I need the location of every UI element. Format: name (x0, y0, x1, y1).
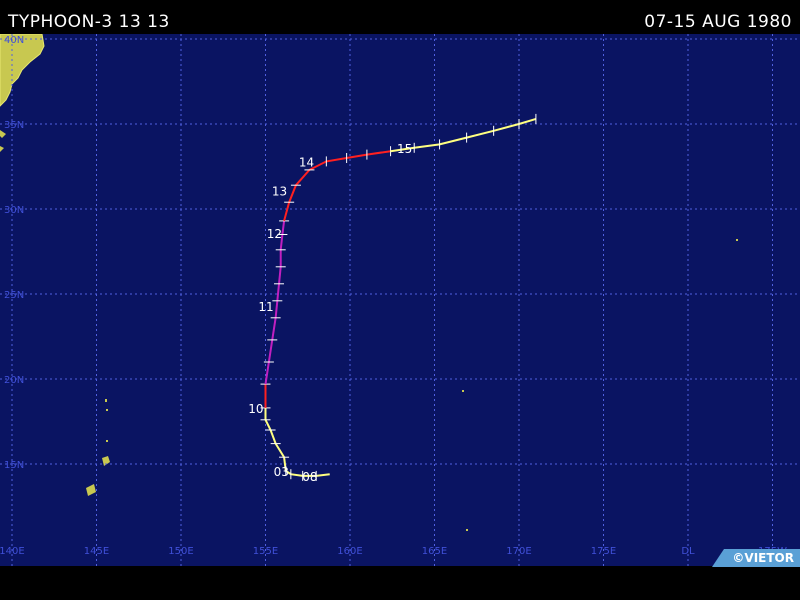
day-label: 13 (272, 184, 287, 198)
latitude-label: 40N (4, 35, 24, 46)
day-label: 14 (299, 155, 314, 169)
land-fragment (0, 130, 6, 138)
track-segment (390, 117, 537, 153)
longitude-label: 160E (337, 546, 362, 557)
day-label: 15 (397, 142, 412, 156)
track-map[interactable]: 140E145E150E155E160E165E170E175EDL175W15… (0, 34, 800, 566)
credit-badge: ©VIETOR (712, 549, 800, 567)
longitude-label: 145E (84, 546, 109, 557)
header-bar: TYPHOON-3 13 13 07-15 AUG 1980 (0, 0, 800, 34)
day-label: 08 (302, 470, 317, 484)
day-label: 12 (267, 227, 282, 241)
lat-lon-grid (0, 34, 800, 566)
latitude-label: 30N (4, 205, 24, 216)
longitude-label: 155E (253, 546, 278, 557)
land-fragment (0, 146, 4, 152)
latitude-label: 20N (4, 375, 24, 386)
grid-labels: 140E145E150E155E160E165E170E175EDL175W15… (0, 35, 787, 557)
longitude-label: 150E (168, 546, 193, 557)
island-mariana (86, 484, 96, 496)
day-label: 03 (274, 465, 289, 479)
longitude-label: 165E (422, 546, 447, 557)
longitude-label: DL (681, 546, 695, 557)
storm-title: TYPHOON-3 13 13 (8, 12, 170, 32)
day-label: 10 (248, 402, 263, 416)
latitude-label: 25N (4, 290, 24, 301)
island-dot (106, 409, 108, 411)
map-canvas[interactable]: 140E145E150E155E160E165E170E175EDL175W15… (0, 34, 800, 566)
island-dot (736, 239, 738, 241)
longitude-label: 175E (591, 546, 616, 557)
latitude-label: 15N (4, 460, 24, 471)
day-label: 11 (258, 300, 273, 314)
island-dot (466, 529, 468, 531)
island-dot (105, 399, 107, 402)
island-dot (462, 390, 464, 392)
footer-bar (0, 566, 800, 600)
longitude-label: 170E (506, 546, 531, 557)
date-range: 07-15 AUG 1980 (644, 12, 792, 32)
day-labels: 03 08 10 11 12 13 14 15 (248, 142, 412, 484)
island-dot (106, 440, 108, 442)
latitude-label: 35N (4, 120, 24, 131)
longitude-label: 140E (0, 546, 25, 557)
